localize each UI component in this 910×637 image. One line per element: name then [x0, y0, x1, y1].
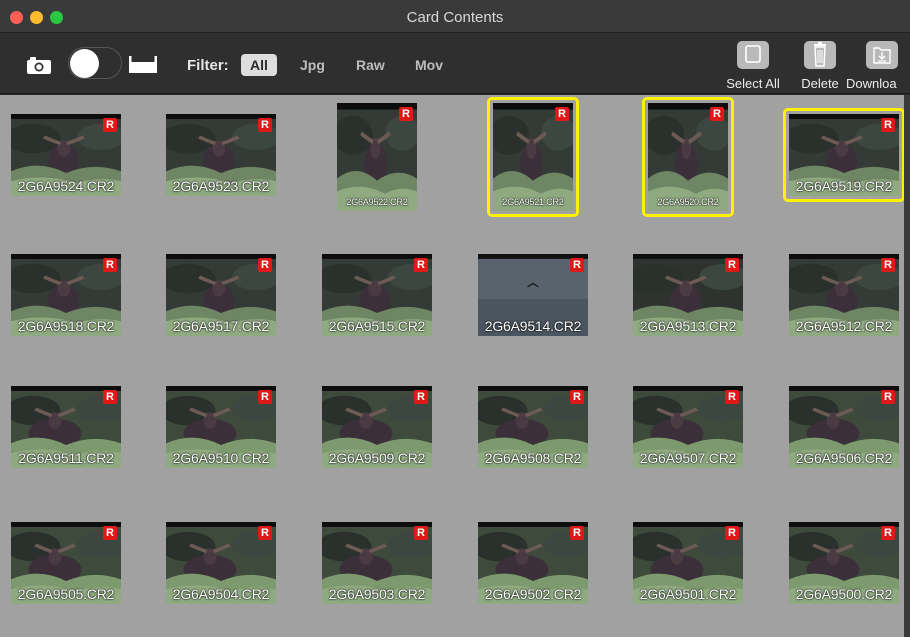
raw-badge: R — [399, 107, 413, 121]
camera-icon — [27, 57, 51, 74]
photo-thumbnail[interactable]: R 2G6A9510.CR2 — [166, 386, 276, 468]
title-bar: Card Contents — [0, 0, 910, 33]
raw-badge: R — [103, 118, 117, 132]
photo-thumbnail[interactable]: R 2G6A9522.CR2 — [337, 103, 417, 211]
file-name: 2G6A9503.CR2 — [328, 586, 426, 602]
raw-badge: R — [414, 526, 428, 540]
photo-thumbnail[interactable]: R 2G6A9511.CR2 — [11, 386, 121, 468]
raw-badge: R — [103, 526, 117, 540]
filter-mov-button[interactable]: Mov — [406, 54, 452, 76]
photo-thumbnail[interactable]: R 2G6A9514.CR2 — [478, 254, 588, 336]
raw-badge: R — [725, 526, 739, 540]
photo-thumbnail[interactable]: R 2G6A9524.CR2 — [11, 114, 121, 196]
filter-raw-button[interactable]: Raw — [347, 54, 394, 76]
file-name: 2G6A9517.CR2 — [172, 318, 270, 334]
file-name: 2G6A9501.CR2 — [639, 586, 737, 602]
file-name: 2G6A9512.CR2 — [795, 318, 893, 334]
raw-badge: R — [258, 258, 272, 272]
raw-badge: R — [881, 526, 895, 540]
file-name: 2G6A9507.CR2 — [639, 450, 737, 466]
file-name: 2G6A9522.CR2 — [346, 197, 408, 207]
raw-badge: R — [881, 258, 895, 272]
photo-thumbnail[interactable]: R 2G6A9518.CR2 — [11, 254, 121, 336]
photo-video-toggle[interactable] — [68, 47, 122, 79]
file-name: 2G6A9513.CR2 — [639, 318, 737, 334]
photo-thumbnail[interactable]: R 2G6A9520.CR2 — [648, 103, 728, 211]
photo-thumbnail[interactable]: R 2G6A9504.CR2 — [166, 522, 276, 604]
film-icon — [129, 56, 157, 73]
file-name: 2G6A9514.CR2 — [484, 318, 582, 334]
photo-thumbnail[interactable]: R 2G6A9517.CR2 — [166, 254, 276, 336]
raw-badge: R — [103, 390, 117, 404]
file-name: 2G6A9504.CR2 — [172, 586, 270, 602]
raw-badge: R — [725, 390, 739, 404]
delete-button[interactable]: Delete — [790, 41, 850, 91]
file-name: 2G6A9521.CR2 — [502, 197, 564, 207]
photo-thumbnail[interactable]: R 2G6A9501.CR2 — [633, 522, 743, 604]
download-folder-icon — [866, 41, 898, 69]
filter-all-button[interactable]: All — [241, 54, 277, 76]
file-name: 2G6A9518.CR2 — [17, 318, 115, 334]
raw-badge: R — [881, 390, 895, 404]
raw-badge: R — [570, 390, 584, 404]
raw-badge: R — [725, 258, 739, 272]
raw-badge: R — [414, 390, 428, 404]
file-name: 2G6A9509.CR2 — [328, 450, 426, 466]
select-all-icon — [737, 41, 769, 69]
raw-badge: R — [570, 258, 584, 272]
file-name: 2G6A9508.CR2 — [484, 450, 582, 466]
file-name: 2G6A9519.CR2 — [795, 178, 893, 194]
vertical-scrollbar[interactable] — [904, 95, 910, 637]
photo-thumbnail[interactable]: R 2G6A9507.CR2 — [633, 386, 743, 468]
photo-thumbnail[interactable]: R 2G6A9506.CR2 — [789, 386, 899, 468]
download-label: Downloa — [846, 76, 897, 91]
photo-thumbnail[interactable]: R 2G6A9523.CR2 — [166, 114, 276, 196]
photo-thumbnail[interactable]: R 2G6A9519.CR2 — [789, 114, 899, 196]
file-name: 2G6A9524.CR2 — [17, 178, 115, 194]
download-button[interactable]: Downloa — [846, 41, 910, 91]
file-name: 2G6A9523.CR2 — [172, 178, 270, 194]
raw-badge: R — [570, 526, 584, 540]
thumbnail-grid[interactable]: R 2G6A9524.CR2 R 2G6A9523.CR2 R 2G6A9522.CR2 R… — [0, 95, 904, 637]
file-name: 2G6A9502.CR2 — [484, 586, 582, 602]
window-title: Card Contents — [406, 9, 504, 26]
file-name: 2G6A9511.CR2 — [18, 450, 114, 466]
raw-badge: R — [414, 258, 428, 272]
raw-badge: R — [258, 526, 272, 540]
raw-badge: R — [881, 118, 895, 132]
file-name: 2G6A9520.CR2 — [657, 197, 719, 207]
raw-badge: R — [710, 107, 724, 121]
photo-thumbnail[interactable]: R 2G6A9515.CR2 — [322, 254, 432, 336]
photo-thumbnail[interactable]: R 2G6A9521.CR2 — [493, 103, 573, 211]
trash-icon — [804, 41, 836, 69]
filter-jpg-button[interactable]: Jpg — [291, 54, 334, 76]
app-window: Card Contents Filter: All Jpg Raw Mov Se… — [0, 0, 910, 637]
photo-thumbnail[interactable]: R 2G6A9512.CR2 — [789, 254, 899, 336]
photo-thumbnail[interactable]: R 2G6A9508.CR2 — [478, 386, 588, 468]
toolbar: Filter: All Jpg Raw Mov Select All Delet… — [0, 33, 910, 94]
raw-badge: R — [258, 390, 272, 404]
photo-thumbnail[interactable]: R 2G6A9513.CR2 — [633, 254, 743, 336]
photo-thumbnail[interactable]: R 2G6A9503.CR2 — [322, 522, 432, 604]
raw-badge: R — [258, 118, 272, 132]
photo-thumbnail[interactable]: R 2G6A9505.CR2 — [11, 522, 121, 604]
file-name: 2G6A9500.CR2 — [795, 586, 893, 602]
raw-badge: R — [555, 107, 569, 121]
raw-badge: R — [103, 258, 117, 272]
photo-thumbnail[interactable]: R 2G6A9502.CR2 — [478, 522, 588, 604]
toggle-knob — [70, 49, 99, 78]
photo-thumbnail[interactable]: R 2G6A9509.CR2 — [322, 386, 432, 468]
file-name: 2G6A9510.CR2 — [172, 450, 270, 466]
file-name: 2G6A9505.CR2 — [17, 586, 115, 602]
filter-label: Filter: — [187, 57, 229, 74]
file-name: 2G6A9515.CR2 — [328, 318, 426, 334]
file-name: 2G6A9506.CR2 — [795, 450, 893, 466]
photo-thumbnail[interactable]: R 2G6A9500.CR2 — [789, 522, 899, 604]
